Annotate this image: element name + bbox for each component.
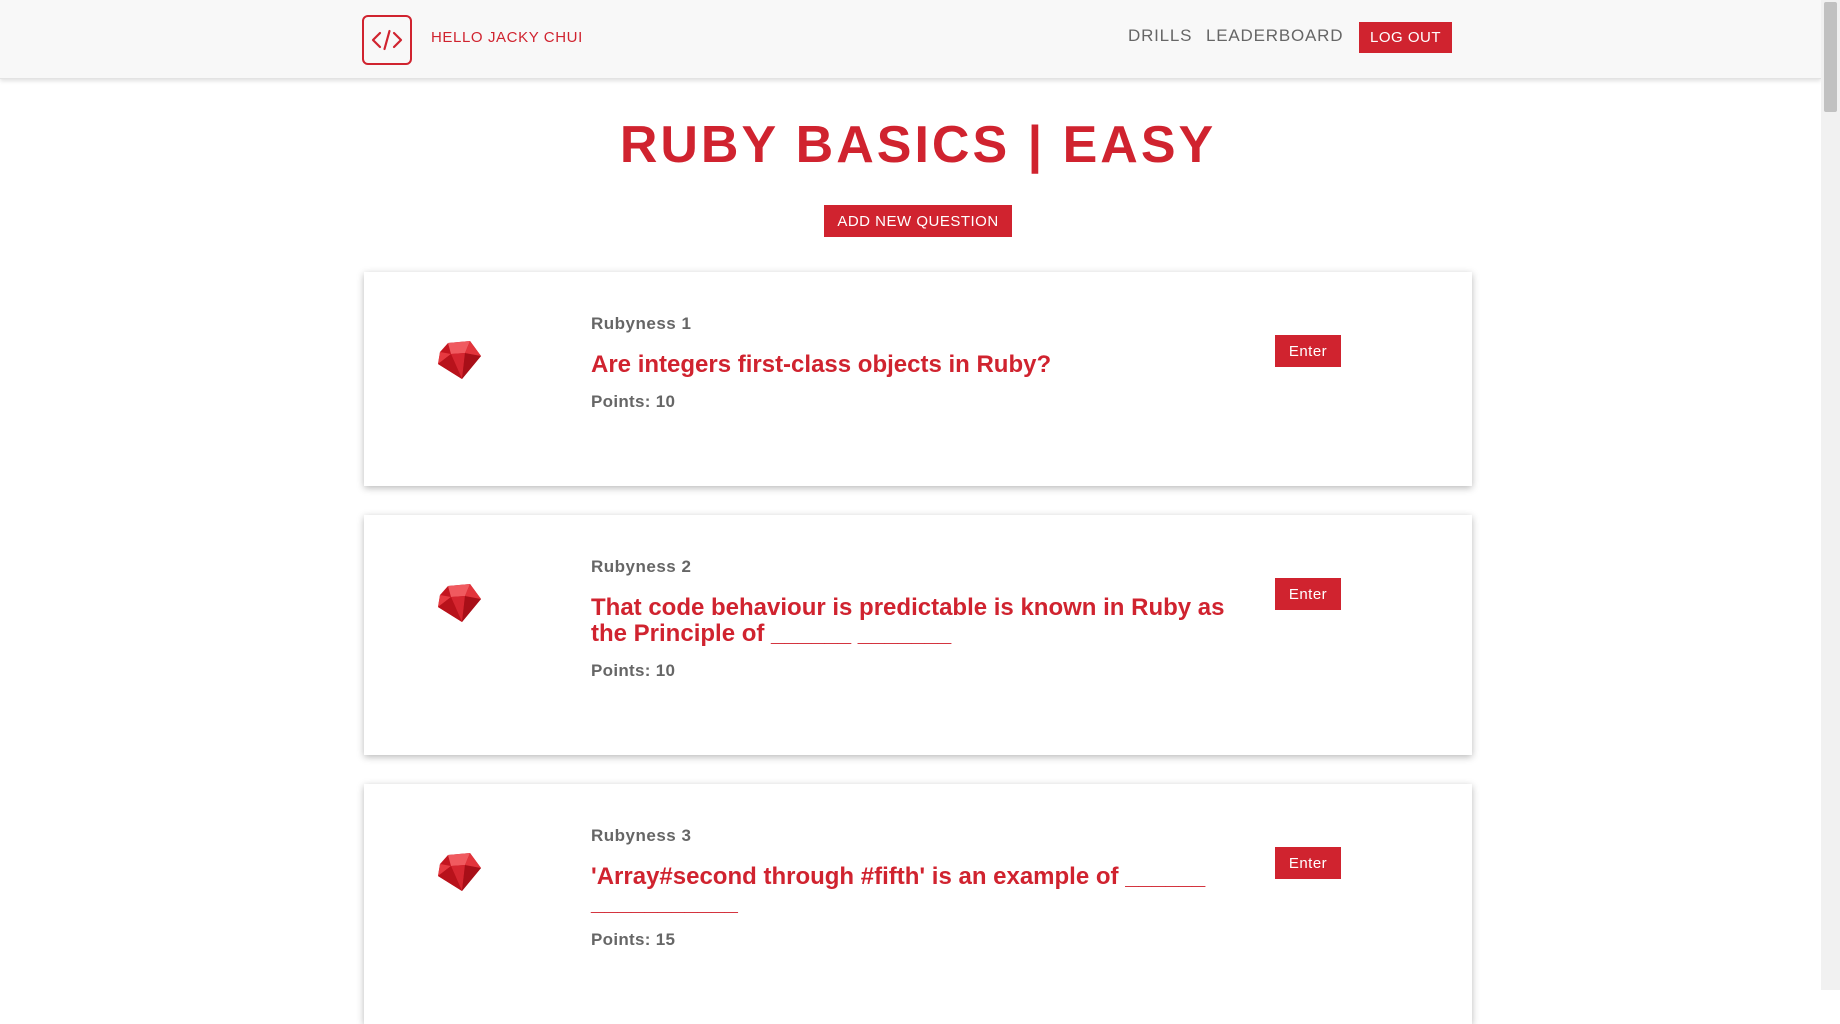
ruby-gem-icon — [438, 853, 481, 891]
user-greeting: HELLO JACKY CHUI — [431, 29, 583, 46]
enter-button[interactable]: Enter — [1275, 578, 1341, 610]
code-brackets-icon[interactable] — [362, 15, 412, 65]
question-points: Points: 10 — [591, 661, 676, 680]
question-name: Rubyness 2 — [591, 557, 692, 576]
question-name: Rubyness 1 — [591, 314, 692, 333]
ruby-gem-icon — [438, 584, 481, 622]
add-new-question-button[interactable]: ADD NEW QUESTION — [824, 205, 1012, 237]
enter-button[interactable]: Enter — [1275, 335, 1341, 367]
scrollbar-thumb[interactable] — [1824, 2, 1837, 112]
question-card: Rubyness 1 Are integers first-class obje… — [364, 272, 1472, 486]
ruby-gem-icon — [438, 341, 481, 379]
question-text: Are integers first-class objects in Ruby… — [591, 351, 1052, 378]
logout-button[interactable]: LOG OUT — [1359, 22, 1452, 53]
question-points: Points: 15 — [591, 930, 676, 949]
nav-link-drills[interactable]: DRILLS — [1128, 26, 1192, 46]
question-text: 'Array#second through #fifth' is an exam… — [591, 863, 1206, 916]
question-name: Rubyness 3 — [591, 826, 692, 845]
page-title: RUBY BASICS | EASY — [619, 116, 1217, 174]
scrollbar-track[interactable] — [1821, 0, 1840, 990]
question-text: That code behaviour is predictable is kn… — [591, 594, 1225, 647]
nav-link-leaderboard[interactable]: LEADERBOARD — [1206, 26, 1343, 46]
question-card: Rubyness 2 That code behaviour is predic… — [364, 515, 1472, 755]
question-card: Rubyness 3 'Array#second through #fifth'… — [364, 784, 1472, 1024]
top-navbar: HELLO JACKY CHUI DRILLS LEADERBOARD LOG … — [0, 0, 1821, 79]
question-points: Points: 10 — [591, 392, 676, 411]
enter-button[interactable]: Enter — [1275, 847, 1341, 879]
